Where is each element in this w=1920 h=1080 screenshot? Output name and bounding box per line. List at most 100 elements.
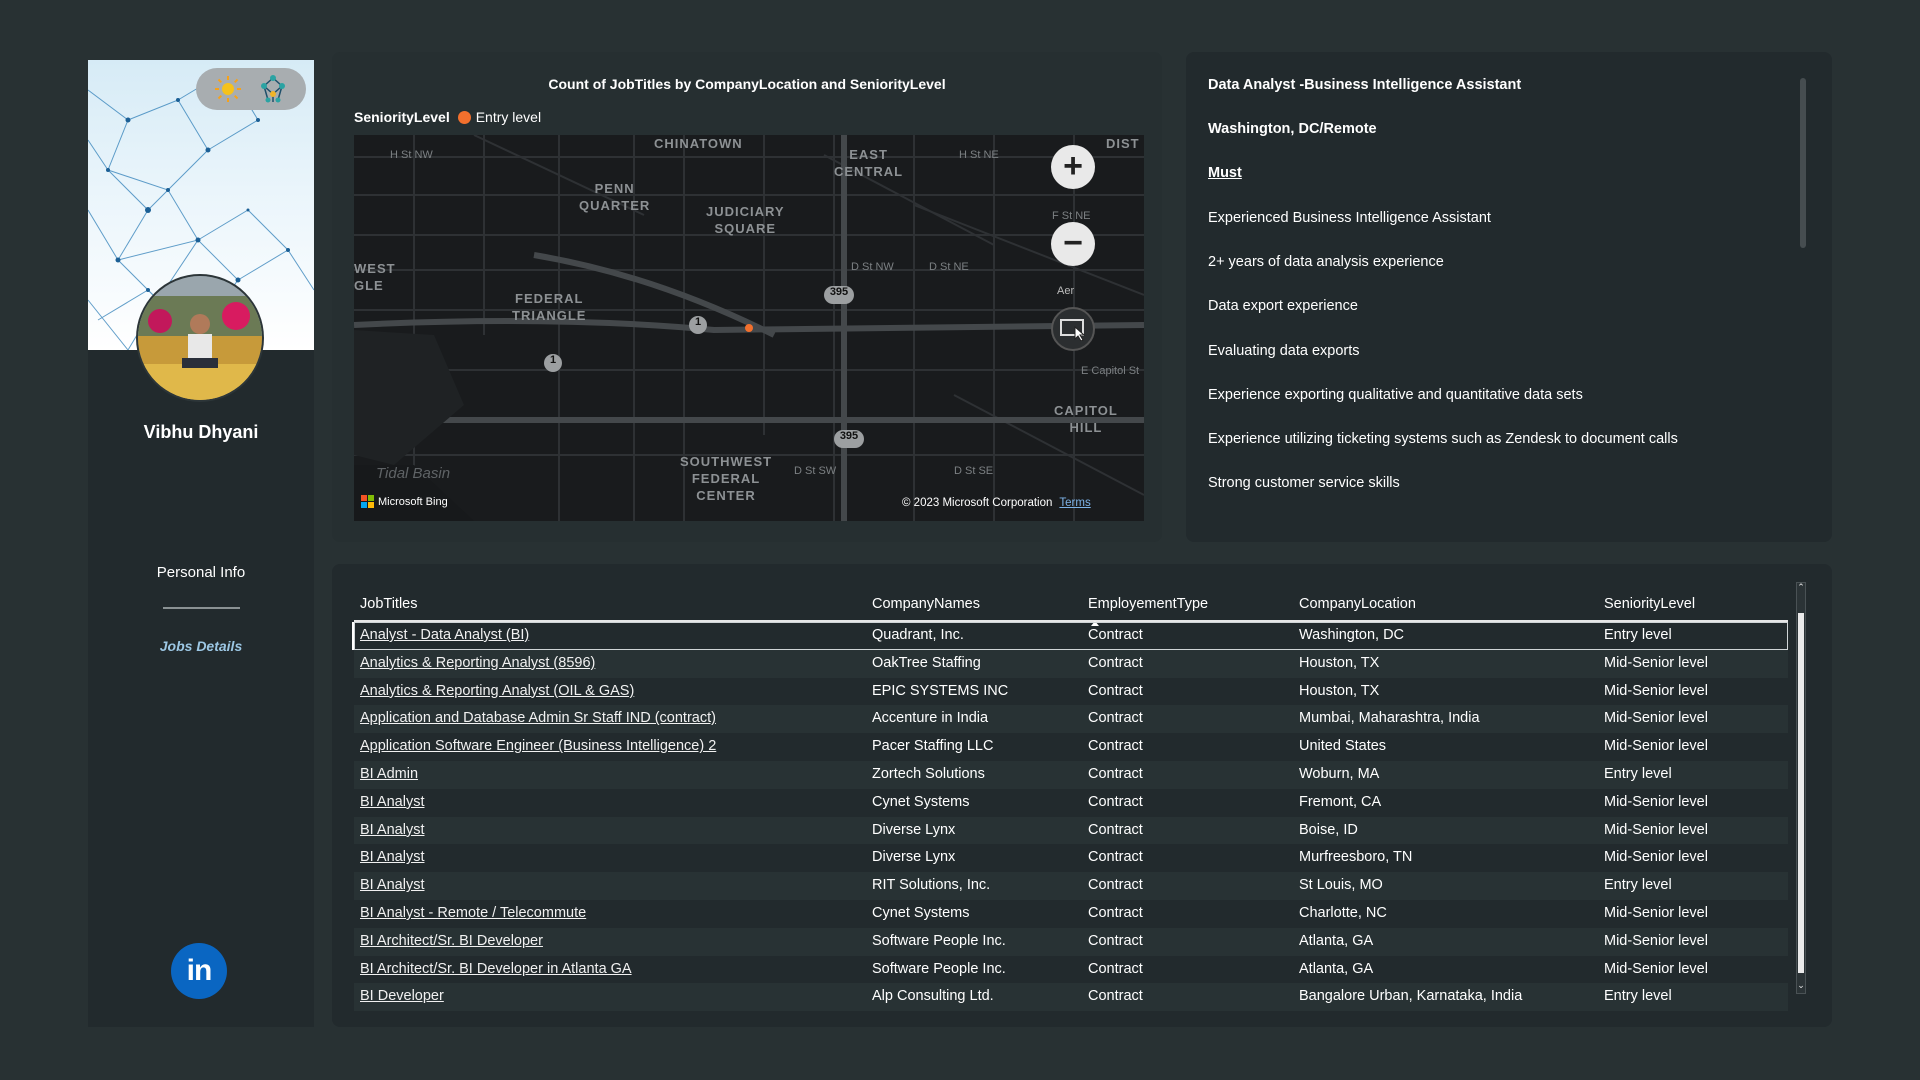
- map-data-point[interactable]: [745, 324, 753, 332]
- cell-jobtitle[interactable]: BI Architect/Sr. BI Developer in Atlanta…: [360, 961, 632, 977]
- cell-companyname: Software People Inc.: [872, 932, 1006, 949]
- jobs-table: JobTitles CompanyNames EmployementType C…: [352, 584, 1788, 1012]
- requirements-heading: Must: [1208, 165, 1242, 181]
- cell-employmenttype: Contract: [1088, 988, 1143, 1005]
- cell-jobtitle[interactable]: BI Analyst: [360, 794, 424, 810]
- cell-companylocation: Houston, TX: [1299, 682, 1380, 699]
- cell-companylocation: Fremont, CA: [1299, 793, 1382, 810]
- sun-icon: [215, 76, 241, 102]
- cell-senioritylevel: Mid-Senior level: [1604, 738, 1708, 755]
- scrollbar-thumb[interactable]: [1798, 613, 1804, 973]
- bing-attribution: Microsoft Bing: [361, 495, 448, 508]
- cell-jobtitle[interactable]: BI Developer: [360, 988, 444, 1004]
- requirement-item: Strong customer service skills: [1208, 475, 1400, 491]
- header-companynames[interactable]: CompanyNames: [872, 596, 980, 612]
- label-federal-triangle: FEDERAL TRIANGLE: [512, 291, 587, 323]
- cell-companylocation: United States: [1299, 738, 1387, 755]
- nav-personal-info[interactable]: Personal Info: [88, 564, 314, 581]
- zoom-in-button[interactable]: +: [1051, 145, 1095, 189]
- label-e-capitol-st: E Capitol St: [1081, 365, 1140, 377]
- table-row[interactable]: Application and Database Admin Sr Staff …: [354, 705, 1788, 734]
- route-1-shield-2: 1: [544, 354, 562, 372]
- jobs-table-visual: JobTitles CompanyNames EmployementType C…: [332, 564, 1832, 1027]
- table-row[interactable]: BI Architect/Sr. BI Developer in Atlanta…: [354, 956, 1788, 984]
- description-scrollbar[interactable]: [1800, 78, 1806, 248]
- scroll-up-icon[interactable]: ⌃: [1797, 582, 1805, 593]
- cell-companyname: Zortech Solutions: [872, 765, 985, 782]
- cell-jobtitle[interactable]: BI Analyst: [360, 822, 424, 838]
- requirement-item: Experience utilizing ticketing systems s…: [1208, 431, 1678, 447]
- table-row[interactable]: BI Analyst - Remote / Telecommute Cynet S…: [354, 900, 1788, 928]
- cell-companylocation: Boise, ID: [1299, 821, 1358, 838]
- table-row[interactable]: Analytics & Reporting Analyst (OIL & GAS…: [354, 678, 1788, 706]
- scroll-down-icon[interactable]: ⌄: [1797, 980, 1805, 991]
- cell-companylocation: Charlotte, NC: [1299, 904, 1387, 921]
- map-canvas[interactable]: CHINATOWN PENN QUARTER JUDICIARY SQUARE …: [354, 135, 1144, 521]
- header-senioritylevel[interactable]: SeniorityLevel: [1604, 596, 1695, 612]
- map-style-button[interactable]: [1051, 307, 1095, 351]
- requirement-item: Evaluating data exports: [1208, 343, 1360, 359]
- cell-jobtitle[interactable]: BI Analyst: [360, 877, 424, 893]
- cell-jobtitle[interactable]: BI Analyst - Remote / Telecommute: [360, 905, 586, 921]
- cell-jobtitle[interactable]: BI Admin: [360, 766, 418, 782]
- map-style-icon: [1060, 319, 1086, 341]
- table-body: Analyst - Data Analyst (BI) Quadrant, Inc…: [352, 622, 1788, 1012]
- linkedin-icon[interactable]: in: [171, 943, 227, 999]
- cell-senioritylevel: Mid-Senior level: [1604, 654, 1708, 671]
- cell-companylocation: Bangalore Urban, Karnataka, India: [1299, 988, 1523, 1005]
- job-description-card: Data Analyst -Business Intelligence Assi…: [1186, 52, 1832, 542]
- cell-companylocation: Atlanta, GA: [1299, 960, 1374, 977]
- cell-employmenttype: Contract: [1088, 877, 1143, 894]
- cell-companyname: Cynet Systems: [872, 793, 970, 810]
- cell-companyname: Quadrant, Inc.: [872, 627, 964, 643]
- cell-senioritylevel: Mid-Senior level: [1604, 793, 1708, 810]
- legend-item[interactable]: Entry level: [476, 109, 541, 125]
- table-row[interactable]: Analyst - Data Analyst (BI) Quadrant, Inc…: [352, 622, 1788, 650]
- map-visual: Count of JobTitles by CompanyLocation an…: [332, 52, 1162, 542]
- table-row[interactable]: Application Software Engineer (Business …: [354, 733, 1788, 761]
- cell-jobtitle[interactable]: Application and Database Admin Sr Staff …: [360, 710, 716, 726]
- cell-jobtitle[interactable]: Analyst - Data Analyst (BI): [360, 627, 529, 643]
- table-row[interactable]: BI Analyst Cynet Systems Contract Fremont, …: [354, 789, 1788, 817]
- zoom-out-button[interactable]: −: [1051, 222, 1095, 266]
- cell-employmenttype: Contract: [1088, 654, 1143, 671]
- requirement-item: Experience exporting qualitative and qua…: [1208, 387, 1583, 403]
- cell-jobtitle[interactable]: BI Architect/Sr. BI Developer: [360, 933, 543, 949]
- cell-jobtitle[interactable]: Application Software Engineer (Business …: [360, 738, 716, 754]
- nav-divider: [163, 607, 240, 609]
- header-jobtitles[interactable]: JobTitles: [360, 596, 417, 612]
- table-row[interactable]: BI Admin Zortech Solutions Contract Woburn,…: [354, 760, 1788, 789]
- cell-employmenttype: Contract: [1088, 682, 1143, 699]
- table-row[interactable]: BI Analyst RIT Solutions, Inc. Contract St …: [354, 872, 1788, 900]
- table-row[interactable]: BI Architect/Sr. BI Developer Software Pe…: [354, 927, 1788, 956]
- cell-jobtitle[interactable]: BI Analyst: [360, 849, 424, 865]
- cell-employmenttype: Contract: [1088, 765, 1143, 782]
- table-row[interactable]: BI Analyst Diverse Lynx Contract Murfreesbo…: [354, 844, 1788, 872]
- cell-senioritylevel: Mid-Senior level: [1604, 960, 1708, 977]
- header-employementtype[interactable]: EmployementType: [1088, 596, 1209, 626]
- map-legend: SeniorityLevel Entry level: [354, 109, 541, 125]
- cell-companyname: Accenture in India: [872, 710, 989, 727]
- header-companylocation[interactable]: CompanyLocation: [1299, 596, 1416, 612]
- bing-label: Microsoft Bing: [378, 495, 448, 508]
- cell-jobtitle[interactable]: Analytics & Reporting Analyst (8596): [360, 655, 595, 671]
- job-location: Washington, DC/Remote: [1208, 121, 1377, 137]
- table-header: JobTitles CompanyNames EmployementType C…: [354, 584, 1788, 626]
- label-h-st-nw: H St NW: [390, 149, 433, 161]
- header-employementtype-label: EmployementType: [1088, 596, 1209, 612]
- table-row[interactable]: BI Analyst Diverse Lynx Contract Boise, ID M…: [354, 816, 1788, 845]
- table-row[interactable]: Analytics & Reporting Analyst (8596) OakT…: [354, 649, 1788, 678]
- cell-jobtitle[interactable]: Analytics & Reporting Analyst (OIL & GAS…: [360, 683, 634, 699]
- weather-network-icon: [261, 75, 285, 103]
- legend-swatch: [457, 110, 471, 124]
- label-h-st-ne: H St NE: [959, 149, 999, 161]
- table-scrollbar[interactable]: ⌃ ⌄: [1796, 582, 1806, 994]
- table-row[interactable]: BI Developer Alp Consulting Ltd. Contract B…: [354, 983, 1788, 1012]
- cell-senioritylevel: Entry level: [1604, 627, 1672, 643]
- weather-widget[interactable]: [196, 68, 306, 110]
- cell-companylocation: Woburn, MA: [1299, 765, 1380, 782]
- nav-jobs-details[interactable]: Jobs Details: [88, 638, 314, 654]
- terms-link[interactable]: Terms: [1059, 497, 1090, 509]
- interstate-395-shield: 395: [824, 286, 854, 304]
- label-chinatown: CHINATOWN: [654, 136, 743, 151]
